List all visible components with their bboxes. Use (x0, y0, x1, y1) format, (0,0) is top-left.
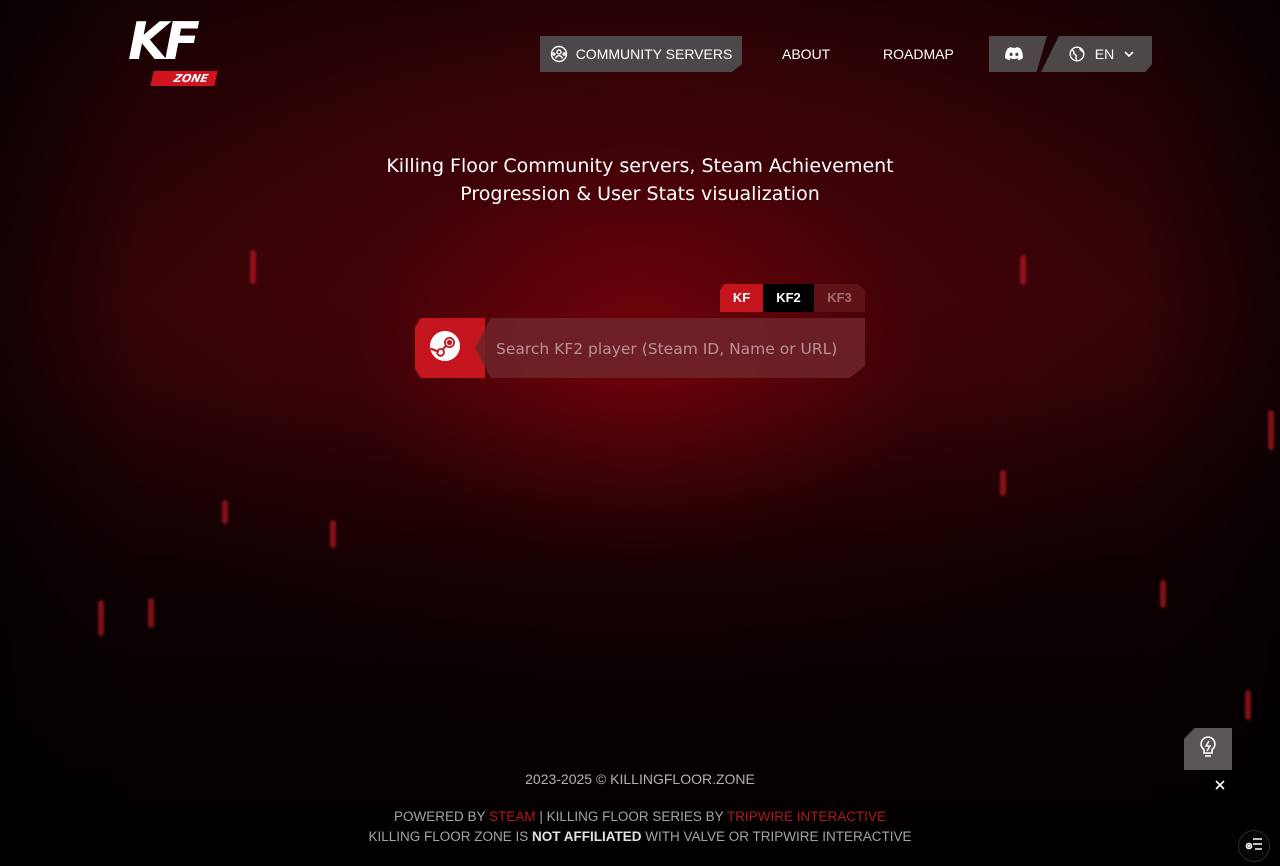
hero-line-2: Progression & User Stats visualization (460, 183, 820, 205)
background-glow (1245, 690, 1251, 720)
footer-credits: POWERED BY STEAM | KILLING FLOOR SERIES … (0, 807, 1280, 847)
steam-icon (429, 330, 461, 367)
series-by-label: | KILLING FLOOR SERIES BY (539, 809, 724, 824)
not-affiliated-text: NOT AFFILIATED (532, 829, 642, 844)
copyright: 2023-2025 © KILLINGFLOOR.ZONE (525, 771, 755, 787)
tab-kf[interactable]: KF (720, 284, 763, 312)
nav-community-servers[interactable]: COMMUNITY SERVERS (540, 36, 742, 72)
game-tabs: KF KF2 KF3 (720, 284, 865, 312)
discord-button[interactable] (989, 36, 1047, 72)
nav-community-servers-label: COMMUNITY SERVERS (575, 46, 733, 62)
background-glow (148, 598, 154, 628)
nav-about[interactable]: ABOUT (782, 36, 830, 72)
background-shadow-left (0, 0, 140, 866)
disclaimer-post: WITH VALVE OR TRIPWIRE INTERACTIVE (645, 829, 912, 844)
discord-icon (1005, 47, 1023, 61)
logo-kf: KF (128, 12, 200, 72)
settings-button[interactable] (1238, 830, 1270, 862)
tripwire-link[interactable]: TRIPWIRE INTERACTIVE (727, 809, 886, 824)
close-button[interactable] (1210, 776, 1230, 796)
globe-icon (1069, 46, 1085, 62)
language-selector[interactable]: EN (1041, 36, 1152, 72)
background-glow (250, 250, 256, 284)
lightbulb-icon (1198, 735, 1218, 764)
background-glow (1000, 470, 1006, 496)
tab-kf3[interactable]: KF3 (814, 284, 865, 312)
chevron-down-icon (1124, 51, 1134, 57)
background-glow (222, 500, 228, 524)
community-servers-icon (550, 45, 568, 63)
background-floor-shadow (0, 380, 1280, 866)
close-icon (1215, 777, 1225, 795)
disclaimer-line: KILLING FLOOR ZONE IS NOT AFFILIATED WIT… (0, 827, 1280, 847)
player-search (415, 318, 865, 378)
settings-list-icon (1245, 837, 1263, 856)
logo-zone: ZONE (150, 71, 218, 86)
feedback-idea-button[interactable] (1184, 728, 1232, 770)
page: KF ZONE COMMUNITY SERVERS ABOUT ROADMAP (0, 0, 1280, 866)
language-label: EN (1094, 46, 1115, 62)
powered-by-line: POWERED BY STEAM | KILLING FLOOR SERIES … (0, 807, 1280, 827)
steam-search-button[interactable] (415, 318, 485, 378)
nav-roadmap[interactable]: ROADMAP (883, 36, 954, 72)
background-glow (1268, 410, 1274, 450)
background-glow (330, 520, 336, 548)
background-glow (1160, 580, 1166, 608)
hero-line-1: Killing Floor Community servers, Steam A… (386, 155, 894, 177)
search-input[interactable] (494, 318, 848, 378)
search-field-container (475, 318, 865, 378)
background-glow (98, 600, 104, 636)
nav-about-label: ABOUT (782, 46, 831, 62)
background-glow (1020, 255, 1026, 285)
powered-by-label: POWERED BY (394, 809, 486, 824)
steam-link[interactable]: STEAM (489, 809, 536, 824)
disclaimer-pre: KILLING FLOOR ZONE IS (368, 829, 529, 844)
hero-tagline: Killing Floor Community servers, Steam A… (340, 152, 940, 208)
background-art (0, 0, 1280, 866)
site-logo[interactable]: KF ZONE (128, 12, 220, 90)
tab-kf2[interactable]: KF2 (763, 284, 814, 312)
nav-roadmap-label: ROADMAP (883, 46, 954, 62)
